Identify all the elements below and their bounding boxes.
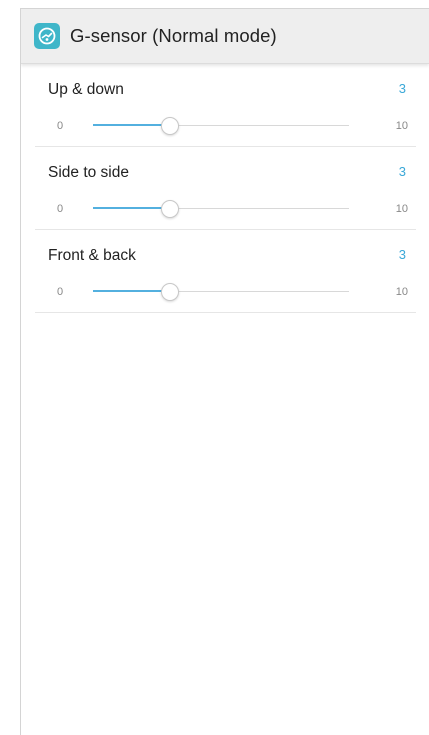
range-min-label: 0 [57,286,64,298]
setting-up-down: Up & down 3 0 10 [35,64,416,147]
slider-thumb[interactable] [160,283,179,301]
range-max-label: 10 [395,203,408,215]
setting-value: 3 [398,247,406,262]
up-down-slider[interactable] [93,117,349,135]
front-back-slider[interactable] [93,283,349,301]
side-to-side-slider[interactable] [93,200,349,218]
setting-side-to-side: Side to side 3 0 10 [35,147,416,230]
range-max-label: 10 [395,120,408,132]
setting-label: Up & down [48,81,124,98]
title-bar: G-sensor (Normal mode) [21,9,429,64]
app-screen: G-sensor (Normal mode) Up & down 3 0 10 … [20,8,429,735]
range-max-label: 10 [395,286,408,298]
settings-list: Up & down 3 0 10 Side to side 3 0 10 Fro… [21,64,429,313]
range-min-label: 0 [57,203,64,215]
g-sensor-app-icon [34,23,60,49]
setting-value: 3 [398,81,406,96]
slider-fill [93,207,170,209]
slider-thumb[interactable] [160,200,179,218]
setting-value: 3 [398,164,406,179]
slider-thumb[interactable] [160,117,179,135]
slider-fill [93,124,170,126]
range-min-label: 0 [57,120,64,132]
setting-label: Front & back [48,247,136,264]
setting-label: Side to side [48,164,129,181]
setting-front-back: Front & back 3 0 10 [35,230,416,313]
page-title: G-sensor (Normal mode) [70,25,277,46]
slider-fill [93,290,170,292]
